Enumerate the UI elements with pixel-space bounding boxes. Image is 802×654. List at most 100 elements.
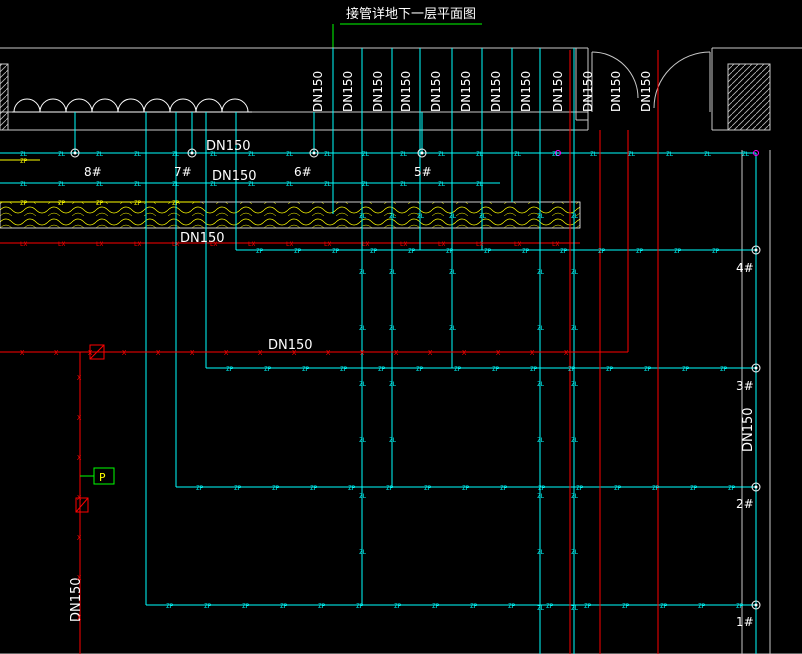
pipe-tag: ZP bbox=[606, 366, 614, 373]
pipe-tag: ZL bbox=[400, 151, 408, 158]
pipe-tag: ZP bbox=[462, 485, 470, 492]
pipe-tag: ZP bbox=[470, 603, 478, 610]
pipe-tag: ZP bbox=[560, 248, 568, 255]
fire-pipe-tag: X bbox=[258, 349, 263, 357]
pipe-tag: LX bbox=[514, 241, 522, 248]
riser-tag: ZL bbox=[571, 325, 579, 332]
dn150-vertical-label: DN150 bbox=[341, 71, 355, 112]
pipe-tag: ZL bbox=[286, 151, 294, 158]
pipe-tag: LX bbox=[172, 241, 180, 248]
riser-tag: ZL bbox=[449, 325, 457, 332]
pipe-tag: ZP bbox=[432, 603, 440, 610]
tank-label-6: 6# bbox=[294, 165, 312, 179]
pipe-tag: ZP bbox=[500, 485, 508, 492]
dn150-label-d: DN150 bbox=[268, 338, 313, 353]
pipe-tag: ZP bbox=[522, 248, 530, 255]
pipe-tag: ZP bbox=[720, 366, 728, 373]
pipe-tag: ZP bbox=[584, 603, 592, 610]
pipe-tag: LX bbox=[248, 241, 256, 248]
fire-pipe-tag: X bbox=[360, 349, 365, 357]
tank-label-7: 7# bbox=[174, 165, 192, 179]
column-hatch-right bbox=[727, 63, 771, 131]
pipe-tag: ZP bbox=[280, 603, 288, 610]
pipe-tag: ZL bbox=[210, 181, 218, 188]
equipment-arc bbox=[65, 98, 93, 113]
equipment-arc bbox=[169, 98, 197, 113]
pipe-tag: ZP bbox=[256, 248, 264, 255]
riser-tag: ZL bbox=[537, 605, 545, 612]
fire-pipe-tag: X bbox=[462, 349, 467, 357]
pipe-tag: LX bbox=[324, 241, 332, 248]
dn150-label-right: DN150 bbox=[741, 407, 756, 452]
pipe-tag: ZL bbox=[248, 181, 256, 188]
riser-tag: ZL bbox=[571, 549, 579, 556]
pipe-tag: LX bbox=[134, 241, 142, 248]
pipe-tag: ZP bbox=[712, 248, 720, 255]
dn150-vertical-label: DN150 bbox=[609, 71, 623, 112]
riser-tag: ZL bbox=[389, 381, 397, 388]
riser-tag: ZL bbox=[571, 605, 579, 612]
pipe-tag: ZP bbox=[576, 485, 584, 492]
riser-tag: ZL bbox=[389, 325, 397, 332]
pipe-tag: ZP bbox=[484, 248, 492, 255]
fire-pipe-tag: X bbox=[190, 349, 195, 357]
pipe-plan-drawing: 接管详地下一层平面图 P 8# 7# 6# 5# 4# 3# 2# 1# DN1… bbox=[0, 6, 802, 654]
pipe-tag: ZP bbox=[598, 248, 606, 255]
riser-label-2: 2# bbox=[736, 497, 754, 511]
riser-label-4: 4# bbox=[736, 261, 754, 275]
pipe-tag: ZP bbox=[58, 200, 66, 207]
pipe-tag: ZP bbox=[652, 485, 660, 492]
riser-tag: ZL bbox=[359, 213, 367, 220]
pipe-tag: ZP bbox=[622, 603, 630, 610]
fire-pipe-tag: X bbox=[564, 349, 569, 357]
pipe-tag: ZL bbox=[476, 151, 484, 158]
pipe-tag: ZP bbox=[508, 603, 516, 610]
riser-tag: ZL bbox=[537, 325, 545, 332]
pipe-tag: ZL bbox=[476, 181, 484, 188]
pipe-tag: LX bbox=[20, 241, 28, 248]
pipe-tag: ZP bbox=[264, 366, 272, 373]
pipe-tag: ZP bbox=[166, 603, 174, 610]
pipe-tag: ZP bbox=[272, 485, 280, 492]
drawing-title: 接管详地下一层平面图 bbox=[346, 6, 476, 22]
fire-pipe-tag: X bbox=[77, 414, 82, 422]
pipe-tag: ZP bbox=[454, 366, 462, 373]
pipe-tag: ZL bbox=[362, 181, 370, 188]
riser-label-3: 3# bbox=[736, 379, 754, 393]
pipe-tag: ZP bbox=[644, 366, 652, 373]
pipe-tag: ZL bbox=[590, 151, 598, 158]
fire-pipe-tag: X bbox=[496, 349, 501, 357]
pipe-tag: ZL bbox=[742, 151, 750, 158]
fire-pipe-tag: X bbox=[77, 454, 82, 462]
pipe-tag: ZP bbox=[234, 485, 242, 492]
riser-tag: ZL bbox=[537, 213, 545, 220]
fire-pipe-tag: X bbox=[88, 349, 93, 357]
pipe-tag: ZL bbox=[324, 181, 332, 188]
dn150-vertical-label: DN150 bbox=[639, 71, 653, 112]
pipe-tag: ZP bbox=[492, 366, 500, 373]
riser-tag: ZL bbox=[571, 213, 579, 220]
pipe-tag: LX bbox=[552, 241, 560, 248]
pipe-tag: LX bbox=[476, 241, 484, 248]
riser-tag: ZL bbox=[417, 213, 425, 220]
riser-tag: ZL bbox=[571, 493, 579, 500]
riser-tag: ZL bbox=[389, 437, 397, 444]
pipe-tag: ZP bbox=[636, 248, 644, 255]
pipe-tag: ZP bbox=[614, 485, 622, 492]
fire-pipe-tag: X bbox=[156, 349, 161, 357]
fire-pipe-tag: X bbox=[428, 349, 433, 357]
pipe-tag: ZP bbox=[386, 485, 394, 492]
riser-tag: ZL bbox=[537, 549, 545, 556]
equipment-arc bbox=[195, 98, 223, 113]
water-channel-hatch bbox=[0, 201, 581, 229]
equipment-arc bbox=[91, 98, 119, 113]
pipe-tag: ZP bbox=[446, 248, 454, 255]
riser-tag: ZL bbox=[571, 437, 579, 444]
riser-tag: ZL bbox=[359, 325, 367, 332]
pipe-tag: ZP bbox=[728, 485, 736, 492]
pipe-tag: ZP bbox=[332, 248, 340, 255]
equipment-arc bbox=[13, 98, 41, 113]
pipe-tag: ZP bbox=[370, 248, 378, 255]
pipe-tag: ZL bbox=[58, 151, 66, 158]
pipe-tag: ZL bbox=[704, 151, 712, 158]
